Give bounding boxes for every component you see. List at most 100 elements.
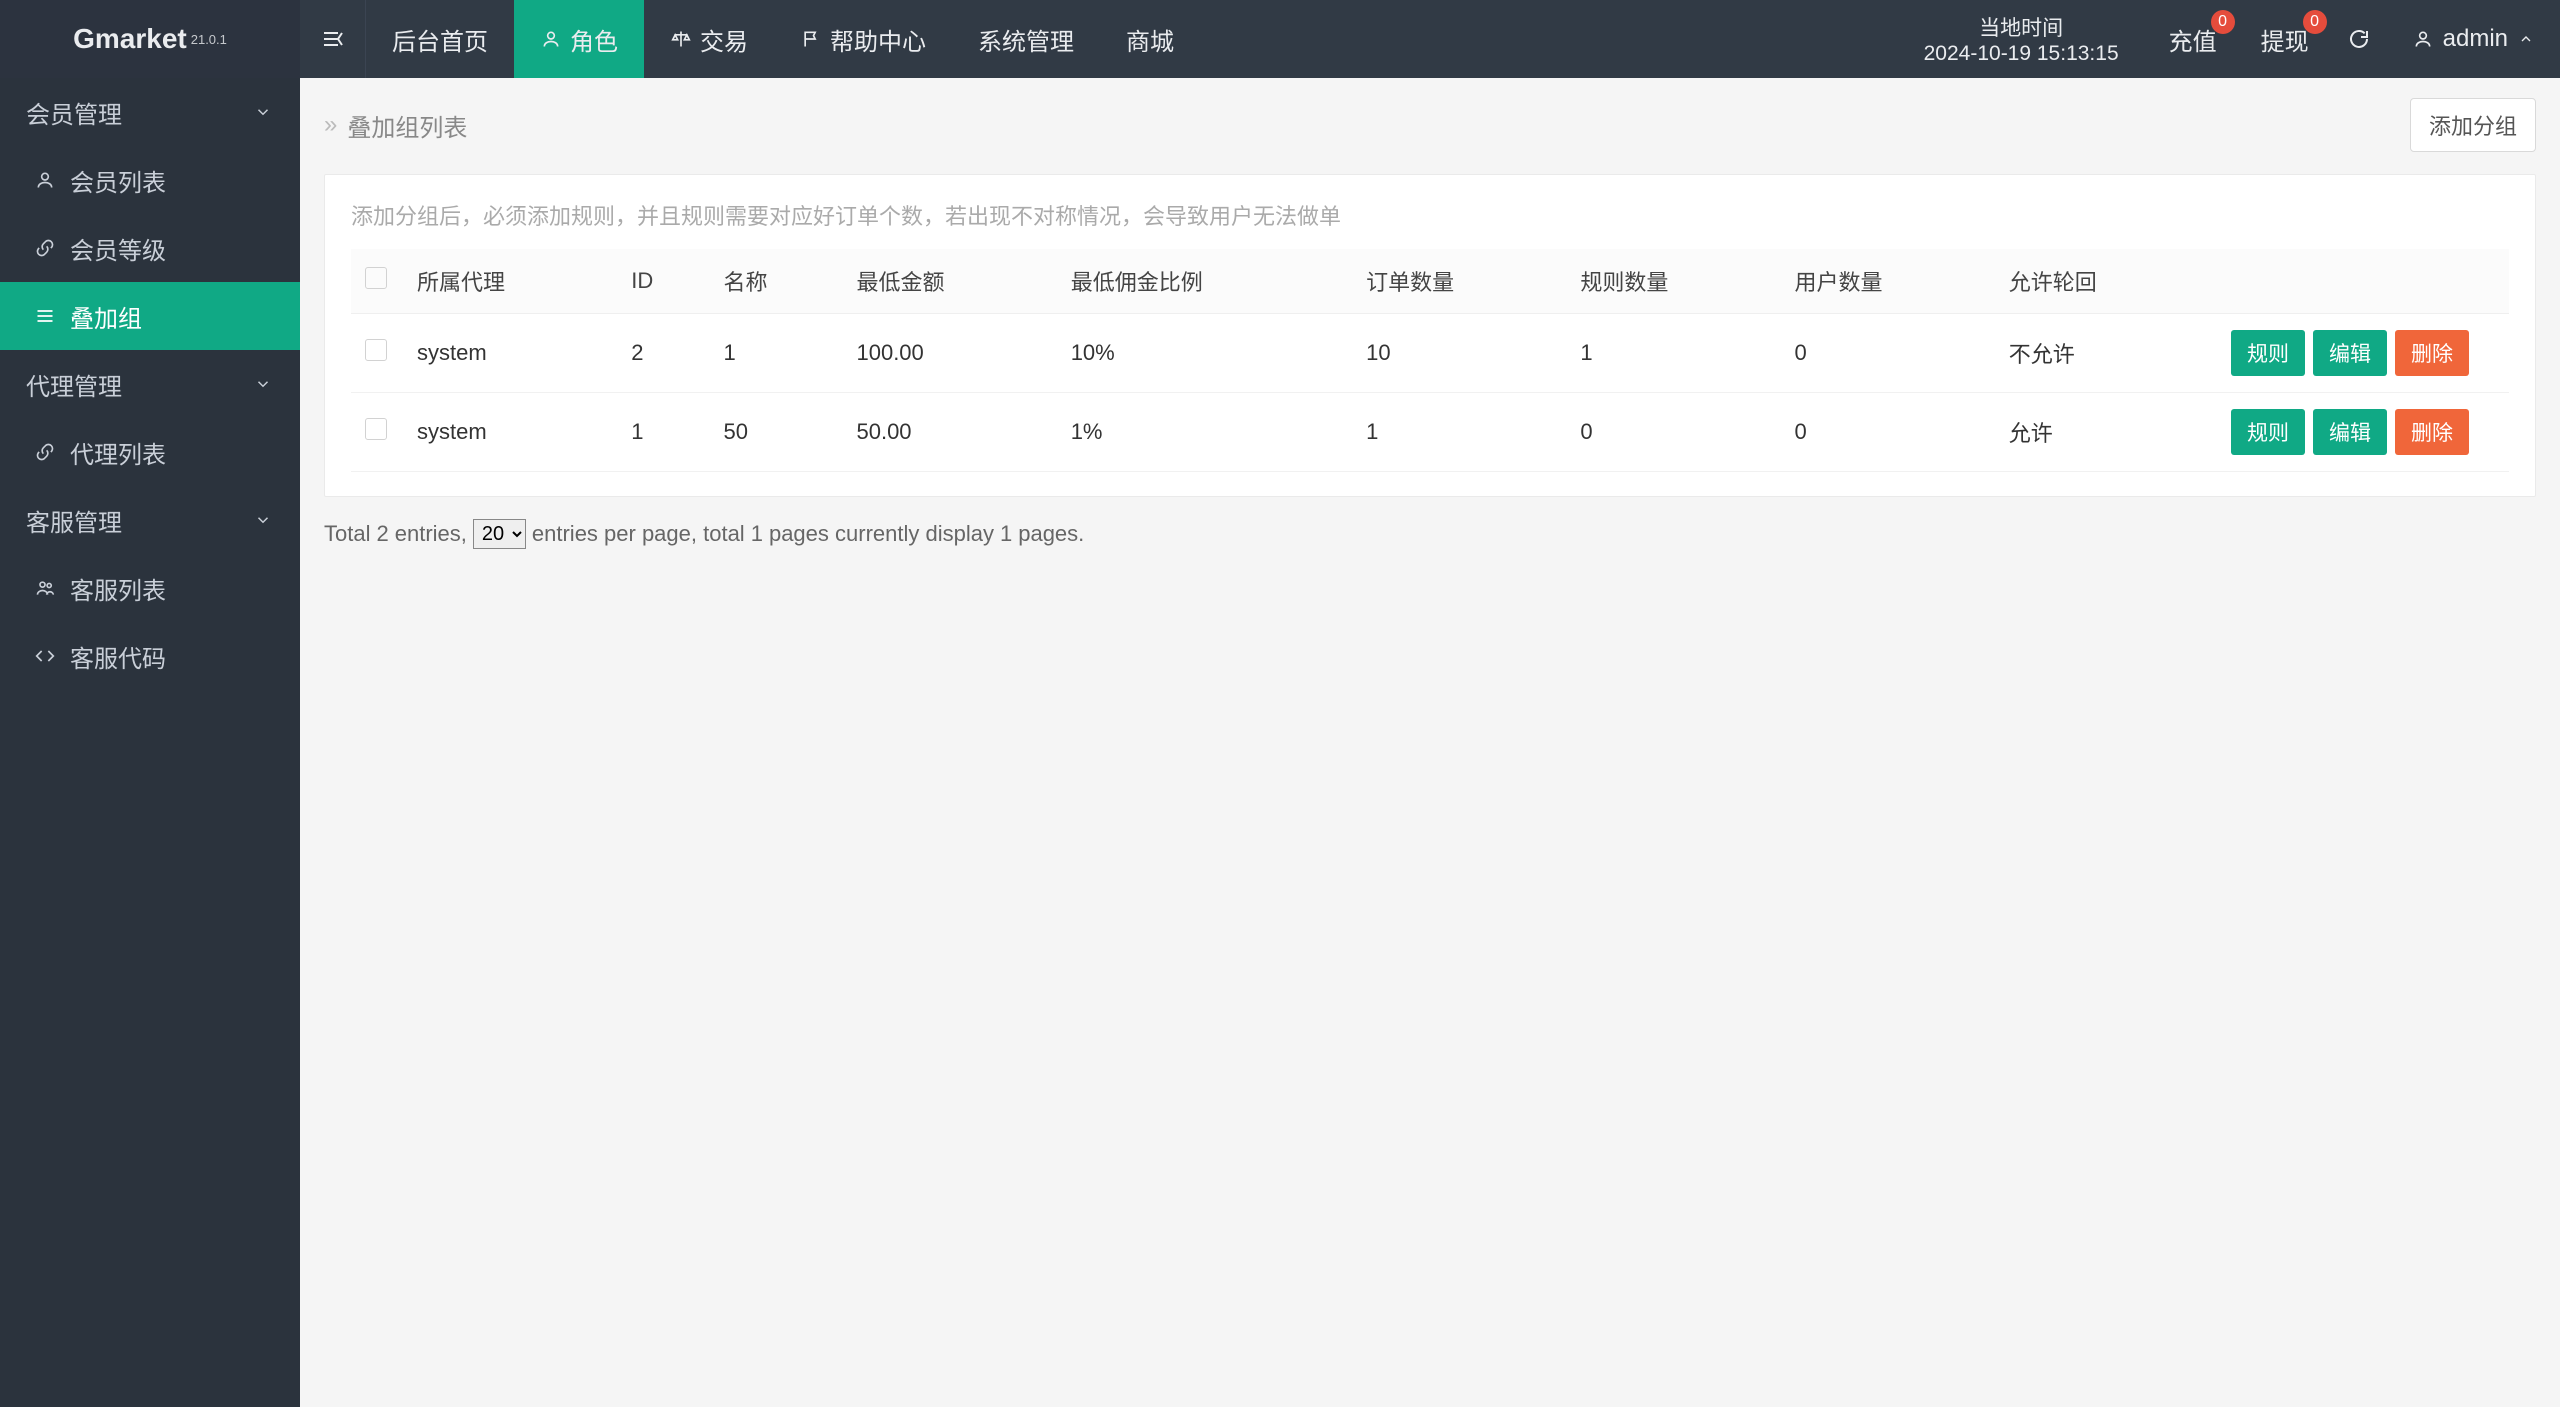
sidebar-collapse-button[interactable] <box>300 0 366 78</box>
sidebar-group-label: 代理管理 <box>26 367 122 402</box>
sidebar-group-label: 客服管理 <box>26 503 122 538</box>
sidebar-item-label: 客服列表 <box>70 571 166 606</box>
sidebar-item-label: 代理列表 <box>70 435 166 470</box>
menu-collapse-icon <box>321 27 345 51</box>
user-icon <box>540 28 562 50</box>
chevron-up-icon <box>2518 31 2534 47</box>
scale-icon <box>670 28 692 50</box>
row-delete-button[interactable]: 删除 <box>2395 409 2469 455</box>
cell-loop: 不允许 <box>1995 314 2209 393</box>
table-header-row: 所属代理 ID 名称 最低金额 最低佣金比例 订单数量 规则数量 用户数量 允许… <box>351 249 2509 314</box>
pager-current: 1 <box>1000 521 1012 547</box>
refresh-button[interactable] <box>2331 0 2387 78</box>
pager-per-page-suffix: entries per page, total <box>532 521 745 547</box>
sidebar-item-stack-group[interactable]: 叠加组 <box>0 282 300 350</box>
tab-label: 系统管理 <box>978 22 1074 57</box>
tab-trade[interactable]: 交易 <box>644 0 774 78</box>
cell-rules: 0 <box>1566 393 1780 472</box>
chevron-down-icon <box>252 373 274 395</box>
cell-id: 1 <box>617 393 709 472</box>
link-icon <box>34 237 56 259</box>
users-icon <box>34 577 56 599</box>
hint-text: 添加分组后，必须添加规则，并且规则需要对应好订单个数，若出现不对称情况，会导致用… <box>351 199 2509 231</box>
sidebar-group-member[interactable]: 会员管理 <box>0 78 300 146</box>
col-orders: 订单数量 <box>1352 249 1566 314</box>
sidebar-item-label: 会员等级 <box>70 231 166 266</box>
pager-suffix: pages. <box>1018 521 1084 547</box>
user-name: admin <box>2443 25 2508 53</box>
cell-id: 2 <box>617 314 709 393</box>
cell-orders: 1 <box>1352 393 1566 472</box>
tab-label: 商城 <box>1126 22 1174 57</box>
cell-users: 0 <box>1781 393 1995 472</box>
withdraw-link[interactable]: 提现 0 <box>2239 0 2331 78</box>
cell-agent: system <box>403 393 617 472</box>
cell-orders: 10 <box>1352 314 1566 393</box>
cell-min-amount: 100.00 <box>842 314 1056 393</box>
tab-home[interactable]: 后台首页 <box>366 0 514 78</box>
pager-after-total: entries, <box>395 521 467 547</box>
group-table: 所属代理 ID 名称 最低金额 最低佣金比例 订单数量 规则数量 用户数量 允许… <box>351 249 2509 472</box>
col-users: 用户数量 <box>1781 249 1995 314</box>
select-all-checkbox[interactable] <box>365 267 387 289</box>
row-rule-button[interactable]: 规则 <box>2231 330 2305 376</box>
cell-loop: 允许 <box>1995 393 2209 472</box>
clock-value: 2024-10-19 15:13:15 <box>1924 42 2119 66</box>
col-min-amount: 最低金额 <box>842 249 1056 314</box>
sidebar-item-label: 客服代码 <box>70 639 166 674</box>
per-page-select[interactable]: 20 <box>473 519 526 549</box>
brand-logo: Gmarket 21.0.1 <box>0 0 300 78</box>
withdraw-badge: 0 <box>2303 10 2327 34</box>
row-edit-button[interactable]: 编辑 <box>2313 330 2387 376</box>
sidebar-item-cs-code[interactable]: 客服代码 <box>0 622 300 690</box>
sidebar-item-member-level[interactable]: 会员等级 <box>0 214 300 282</box>
recharge-badge: 0 <box>2211 10 2235 34</box>
user-icon <box>2413 29 2433 49</box>
sidebar: 会员管理 会员列表 会员等级 叠加组 代理管理 代理列表 <box>0 78 300 1407</box>
breadcrumb: » 叠加组列表 <box>324 108 467 143</box>
row-checkbox[interactable] <box>365 339 387 361</box>
page-header: » 叠加组列表 添加分组 <box>324 98 2536 152</box>
withdraw-label: 提现 <box>2261 22 2309 57</box>
sidebar-item-label: 叠加组 <box>70 299 142 334</box>
row-delete-button[interactable]: 删除 <box>2395 330 2469 376</box>
recharge-link[interactable]: 充值 0 <box>2147 0 2239 78</box>
col-agent: 所属代理 <box>403 249 617 314</box>
row-rule-button[interactable]: 规则 <box>2231 409 2305 455</box>
code-icon <box>34 645 56 667</box>
menu-icon <box>34 305 56 327</box>
sidebar-item-member-list[interactable]: 会员列表 <box>0 146 300 214</box>
cell-name: 1 <box>710 314 843 393</box>
breadcrumb-sep-icon: » <box>324 111 337 139</box>
clock-label: 当地时间 <box>1979 12 2063 42</box>
row-edit-button[interactable]: 编辑 <box>2313 409 2387 455</box>
cell-min-amount: 50.00 <box>842 393 1056 472</box>
tab-mall[interactable]: 商城 <box>1100 0 1200 78</box>
sidebar-group-cs[interactable]: 客服管理 <box>0 486 300 554</box>
pager-total: 2 <box>376 521 388 547</box>
col-loop: 允许轮回 <box>1995 249 2209 314</box>
sidebar-item-cs-list[interactable]: 客服列表 <box>0 554 300 622</box>
row-checkbox[interactable] <box>365 418 387 440</box>
tab-sys[interactable]: 系统管理 <box>952 0 1100 78</box>
cell-min-rate: 1% <box>1057 393 1352 472</box>
clock-block: 当地时间 2024-10-19 15:13:15 <box>1896 0 2147 78</box>
table-row: system15050.001%100允许规则编辑删除 <box>351 393 2509 472</box>
content-area: » 叠加组列表 添加分组 添加分组后，必须添加规则，并且规则需要对应好订单个数，… <box>300 78 2560 1407</box>
sidebar-item-agent-list[interactable]: 代理列表 <box>0 418 300 486</box>
recharge-label: 充值 <box>2169 22 2217 57</box>
tab-help[interactable]: 帮助中心 <box>774 0 952 78</box>
col-rules: 规则数量 <box>1566 249 1780 314</box>
sidebar-item-label: 会员列表 <box>70 163 166 198</box>
pager-pages: 1 <box>751 521 763 547</box>
tab-label: 角色 <box>570 22 618 57</box>
top-tab-strip: 后台首页 角色 交易 帮助中心 系统管理 商城 <box>366 0 1200 78</box>
tab-role[interactable]: 角色 <box>514 0 644 78</box>
refresh-icon <box>2347 27 2371 51</box>
chevron-down-icon <box>252 101 274 123</box>
user-menu[interactable]: admin <box>2387 0 2560 78</box>
add-group-button[interactable]: 添加分组 <box>2410 98 2536 152</box>
sidebar-group-agent[interactable]: 代理管理 <box>0 350 300 418</box>
content-card: 添加分组后，必须添加规则，并且规则需要对应好订单个数，若出现不对称情况，会导致用… <box>324 174 2536 497</box>
tab-label: 交易 <box>700 22 748 57</box>
